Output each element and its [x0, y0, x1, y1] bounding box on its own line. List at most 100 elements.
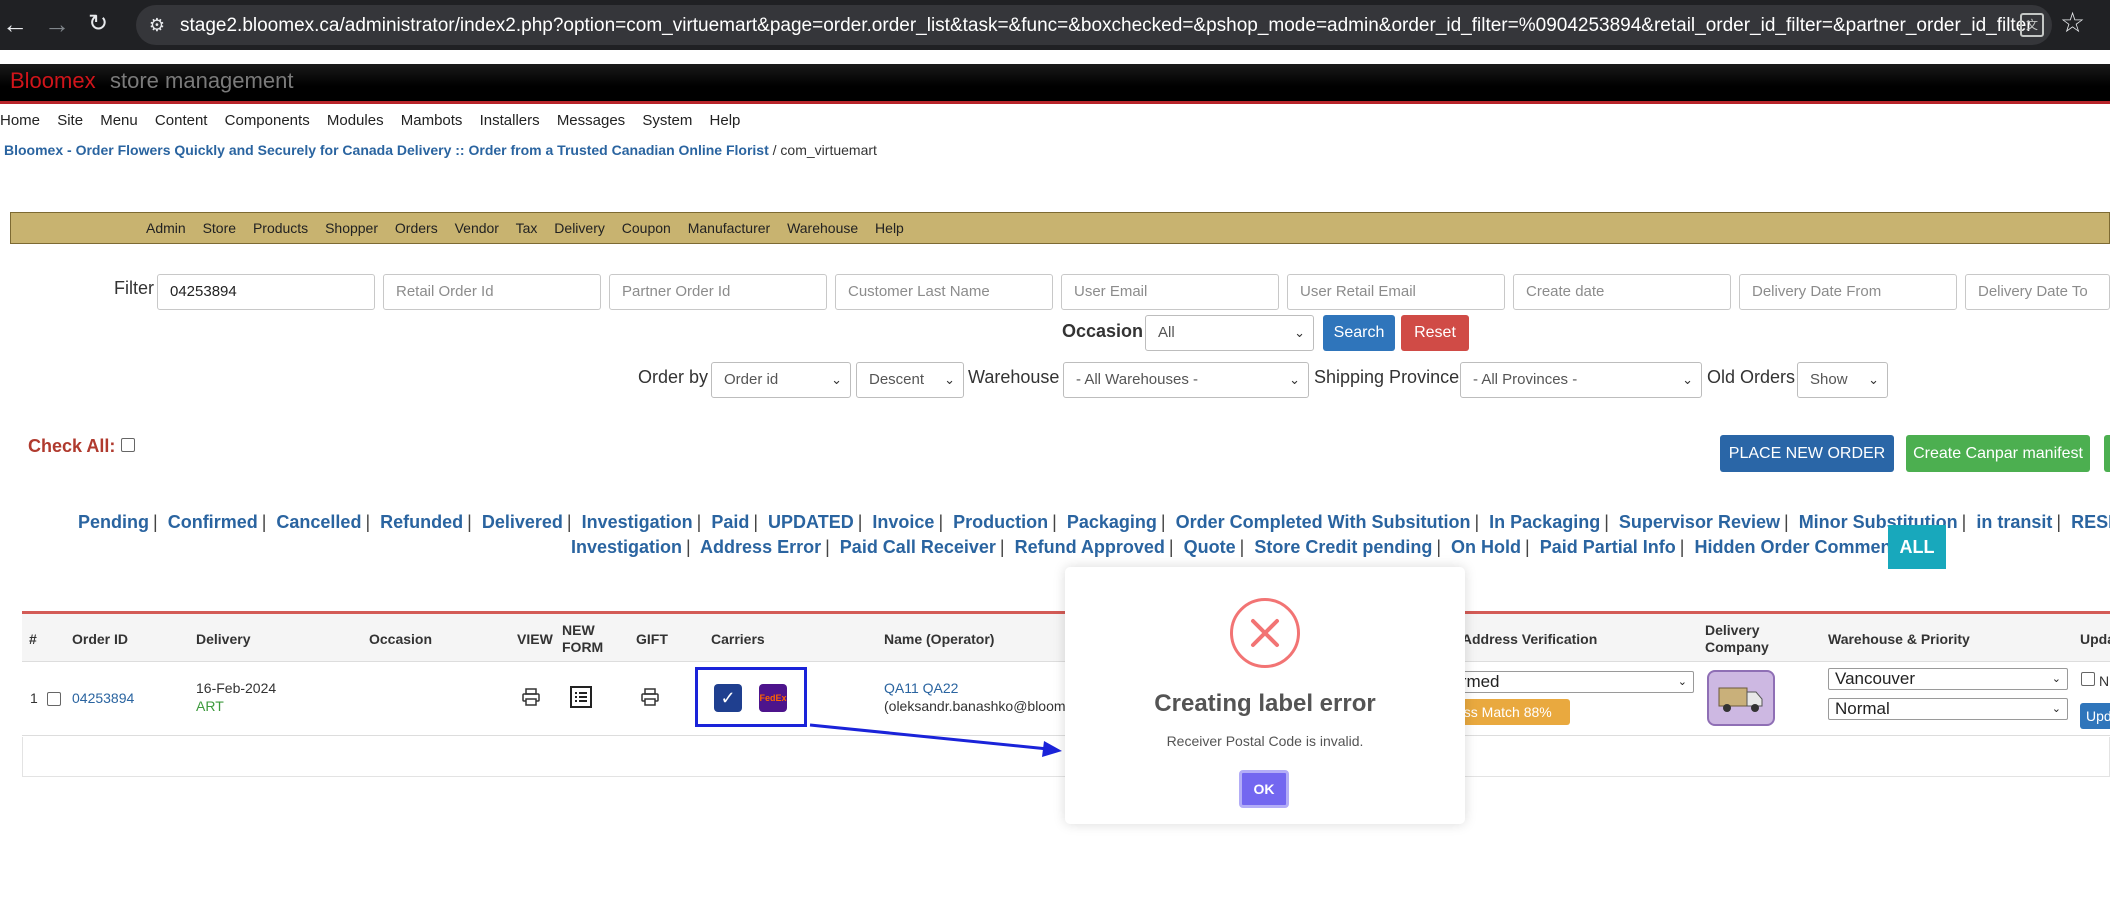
back-arrow-icon[interactable]: ←	[2, 10, 28, 38]
col-delivery[interactable]: Delivery	[196, 631, 250, 648]
old-orders-label: Old Orders	[1707, 367, 1796, 387]
status-link[interactable]: In Packaging	[1489, 512, 1600, 532]
order-id-link[interactable]: 04253894	[72, 690, 134, 706]
url-text[interactable]: stage2.bloomex.ca/administrator/index2.p…	[180, 15, 2030, 36]
status-link[interactable]: Cancelled	[276, 512, 361, 532]
status-link[interactable]: UPDATED	[768, 512, 854, 532]
status-link[interactable]: Refund Approved	[1015, 537, 1165, 557]
order-id-filter-input[interactable]: 04253894	[157, 274, 375, 310]
status-link[interactable]: Investigation	[582, 512, 693, 532]
status-link[interactable]: RESEND	[2071, 512, 2110, 532]
col-order-id[interactable]: Order ID	[72, 631, 128, 648]
status-link[interactable]: Investigation	[571, 537, 682, 557]
component-menu-item[interactable]: Shopper	[325, 220, 378, 236]
warehouse-select[interactable]: - All Warehouses - ⌄	[1063, 362, 1309, 398]
translate-icon[interactable]: 文	[2020, 13, 2044, 37]
canpar-carrier-icon[interactable]: ✓	[714, 684, 742, 712]
row-select-checkbox[interactable]	[47, 692, 61, 706]
error-x-icon	[1230, 598, 1300, 668]
status-link[interactable]: Refunded	[380, 512, 463, 532]
print-view-icon[interactable]	[521, 687, 541, 707]
component-menu-item[interactable]: Coupon	[622, 220, 671, 236]
status-all-button[interactable]: ALL	[1888, 525, 1946, 569]
status-link[interactable]: Store Credit pending	[1254, 537, 1432, 557]
status-link[interactable]: Paid Call Receiver	[840, 537, 996, 557]
bookmark-star-icon[interactable]: ☆	[2060, 8, 2085, 38]
component-menu-item[interactable]: Delivery	[554, 220, 605, 236]
delivery-date-to-input[interactable]: Delivery Date To	[1965, 274, 2110, 310]
verification-select[interactable]: irmed ⌄	[1450, 671, 1694, 693]
extra-action-button[interactable]	[2104, 435, 2110, 472]
component-menu-item[interactable]: Tax	[516, 220, 538, 236]
status-link[interactable]: Supervisor Review	[1619, 512, 1780, 532]
top-menu-item[interactable]: Installers	[480, 112, 540, 129]
top-menu-item[interactable]: System	[642, 112, 692, 129]
component-menu-item[interactable]: Vendor	[455, 220, 499, 236]
top-menu-item[interactable]: Mambots	[401, 112, 463, 129]
breadcrumb-link[interactable]: Bloomex - Order Flowers Quickly and Secu…	[4, 142, 769, 158]
shipping-province-select[interactable]: - All Provinces - ⌄	[1460, 362, 1702, 398]
status-link[interactable]: Delivered	[482, 512, 563, 532]
warehouse-row-select[interactable]: Vancouver ⌄	[1828, 668, 2068, 690]
search-button[interactable]: Search	[1323, 315, 1395, 351]
user-retail-email-input[interactable]: User Retail Email	[1287, 274, 1505, 310]
update-checkbox[interactable]	[2081, 672, 2095, 686]
top-menu-item[interactable]: Menu	[100, 112, 138, 129]
status-link[interactable]: Quote	[1184, 537, 1236, 557]
direction-select[interactable]: Descent ⌄	[856, 362, 964, 398]
retail-order-id-input[interactable]: Retail Order Id	[383, 274, 601, 310]
top-menu-item[interactable]: Site	[57, 112, 83, 129]
top-menu-item[interactable]: Modules	[327, 112, 384, 129]
fedex-carrier-icon[interactable]: FedEx	[759, 684, 787, 712]
status-link[interactable]: Packaging	[1067, 512, 1157, 532]
place-new-order-button[interactable]: PLACE NEW ORDER	[1720, 435, 1894, 472]
old-orders-select[interactable]: Show ⌄	[1797, 362, 1888, 398]
create-date-input[interactable]: Create date	[1513, 274, 1731, 310]
reload-icon[interactable]: ↻	[88, 10, 108, 38]
customer-name-link[interactable]: QA11 QA22	[884, 680, 958, 696]
status-link[interactable]: Order Completed With Subsitution	[1176, 512, 1471, 532]
status-link[interactable]: Paid	[711, 512, 749, 532]
ok-button[interactable]: OK	[1239, 770, 1289, 808]
status-link[interactable]: Address Error	[700, 537, 821, 557]
address-bar[interactable]: ⚙ stage2.bloomex.ca/administrator/index2…	[136, 5, 2052, 45]
check-all-checkbox[interactable]	[121, 438, 135, 452]
component-menu-item[interactable]: Admin	[146, 220, 186, 236]
forward-arrow-icon[interactable]: →	[44, 10, 70, 38]
component-menu-item[interactable]: Products	[253, 220, 308, 236]
delivery-date-from-input[interactable]: Delivery Date From	[1739, 274, 1957, 310]
status-link[interactable]: in transit	[1976, 512, 2052, 532]
new-form-list-icon[interactable]	[570, 686, 592, 708]
delivery-truck-icon[interactable]	[1707, 670, 1775, 726]
status-link[interactable]: Paid Partial Info	[1540, 537, 1676, 557]
component-menu-item[interactable]: Orders	[395, 220, 438, 236]
partner-order-id-input[interactable]: Partner Order Id	[609, 274, 827, 310]
customer-last-name-input[interactable]: Customer Last Name	[835, 274, 1053, 310]
order-by-select[interactable]: Order id ⌄	[711, 362, 851, 398]
top-menu-item[interactable]: Help	[710, 112, 741, 129]
status-link[interactable]: Production	[953, 512, 1048, 532]
component-menu-item[interactable]: Warehouse	[787, 220, 858, 236]
component-menu-item[interactable]: Store	[203, 220, 236, 236]
priority-select[interactable]: Normal ⌄	[1828, 698, 2068, 720]
filter-label: Filter	[114, 278, 154, 298]
top-menu-item[interactable]: Home	[0, 112, 40, 129]
occasion-select[interactable]: All ⌄	[1145, 315, 1314, 351]
status-link[interactable]: Hidden Order Comment	[1694, 537, 1897, 557]
create-canpar-manifest-button[interactable]: Create Canpar manifest	[1906, 435, 2090, 472]
status-link[interactable]: Invoice	[872, 512, 934, 532]
site-settings-icon[interactable]: ⚙	[146, 14, 168, 36]
print-gift-icon[interactable]	[640, 687, 660, 707]
col-update: Upda	[2080, 631, 2110, 647]
top-menu-item[interactable]: Messages	[557, 112, 625, 129]
status-link[interactable]: On Hold	[1451, 537, 1521, 557]
user-email-input[interactable]: User Email	[1061, 274, 1279, 310]
component-menu-item[interactable]: Manufacturer	[688, 220, 770, 236]
top-menu-item[interactable]: Content	[155, 112, 208, 129]
top-menu-item[interactable]: Components	[225, 112, 310, 129]
status-link[interactable]: Pending	[78, 512, 149, 532]
status-link[interactable]: Confirmed	[168, 512, 258, 532]
reset-button[interactable]: Reset	[1401, 315, 1469, 351]
component-menu-item[interactable]: Help	[875, 220, 904, 236]
update-button[interactable]: Upd	[2080, 703, 2110, 729]
